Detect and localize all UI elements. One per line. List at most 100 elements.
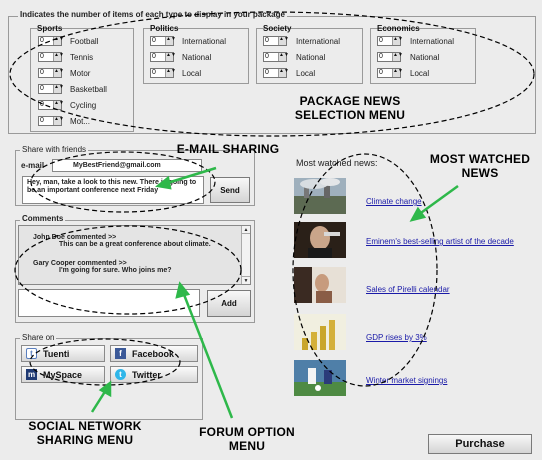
spinner-arrows-icon[interactable]: ▲▼	[278, 69, 289, 77]
new-comment-field[interactable]	[18, 289, 200, 317]
item-label: Football	[70, 37, 99, 46]
count-spinner[interactable]: 0 ▲▼	[38, 36, 64, 46]
comments-list: John Doe commented >> This can be a grea…	[18, 225, 251, 285]
news-annotation-line-2: NEWS	[461, 166, 499, 180]
facebook-icon: f	[115, 348, 126, 359]
news-annotation-line-1: MOST WATCHED	[429, 152, 531, 166]
spinner-value: 0	[40, 117, 44, 124]
social-annotation: SOCIAL NETWORK SHARING MENU	[10, 419, 160, 447]
myspace-button[interactable]: m MySpace	[21, 366, 105, 383]
count-spinner[interactable]: 0 ▲▼	[38, 116, 64, 126]
message-field[interactable]: Hey, man, take a look to this new. There…	[22, 176, 204, 204]
count-spinner[interactable]: 0 ▲▼	[263, 68, 289, 78]
item-label: Mot...	[70, 117, 91, 126]
myspace-label: MySpace	[43, 369, 83, 380]
forum-annotation-line-2: MENU	[228, 439, 266, 453]
scroll-up-icon[interactable]: ▲	[242, 226, 250, 234]
spinner-value: 0	[379, 53, 383, 60]
gdp-chart-photo[interactable]	[294, 314, 346, 350]
purchase-button[interactable]: Purchase	[428, 434, 532, 454]
count-spinner[interactable]: 0 ▲▼	[38, 84, 64, 94]
tuenti-label: Tuenti	[43, 348, 70, 359]
football-photo[interactable]	[294, 360, 346, 396]
most-watched-heading: Most watched news:	[296, 158, 378, 168]
count-spinner[interactable]: 0 ▲▼	[150, 52, 176, 62]
send-button[interactable]: Send	[210, 177, 250, 203]
spinner-value: 0	[40, 85, 44, 92]
spinner-arrows-icon[interactable]: ▲▼	[53, 117, 64, 125]
spinner-arrows-icon[interactable]: ▲▼	[53, 37, 64, 45]
count-spinner[interactable]: 0 ▲▼	[150, 68, 176, 78]
spinner-arrows-icon[interactable]: ▲▼	[53, 101, 64, 109]
count-spinner[interactable]: 0 ▲▼	[150, 36, 176, 46]
spinner-arrows-icon[interactable]: ▲▼	[165, 69, 176, 77]
comment-2-head: Gary Cooper commented >>	[33, 260, 127, 267]
facebook-button[interactable]: f Facebook	[110, 345, 198, 362]
calendar-photo[interactable]	[294, 267, 346, 303]
spinner-arrows-icon[interactable]: ▲▼	[278, 37, 289, 45]
package-annotation-line-1: PACKAGE NEWS	[299, 94, 401, 108]
spinner-value: 0	[265, 53, 269, 60]
spinner-arrows-icon[interactable]: ▲▼	[165, 53, 176, 61]
twitter-icon: t	[115, 369, 126, 380]
tuenti-icon: t	[26, 348, 37, 359]
count-spinner[interactable]: 0 ▲▼	[377, 68, 403, 78]
politics-title: Politics	[150, 24, 179, 33]
spinner-arrows-icon[interactable]: ▲▼	[53, 85, 64, 93]
spinner-arrows-icon[interactable]: ▲▼	[53, 69, 64, 77]
economics-title: Economics	[377, 24, 420, 33]
item-label: National	[296, 53, 326, 62]
spinner-arrows-icon[interactable]: ▲▼	[165, 37, 176, 45]
count-spinner[interactable]: 0 ▲▼	[38, 52, 64, 62]
email-field[interactable]: MyBestFriend@gmail.com	[52, 159, 202, 172]
count-spinner[interactable]: 0 ▲▼	[263, 36, 289, 46]
spinner-value: 0	[152, 53, 156, 60]
social-annotation-line-2: SHARING MENU	[36, 433, 134, 447]
add-comment-button[interactable]: Add	[207, 290, 251, 317]
spinner-arrows-icon[interactable]: ▲▼	[392, 53, 403, 61]
spinner-value: 0	[265, 37, 269, 44]
item-label: Local	[182, 69, 202, 78]
news-link-3[interactable]: Sales of Pirelli calendar	[366, 285, 450, 294]
climate-photo[interactable]	[294, 178, 346, 214]
comments-scrollbar[interactable]: ▲ ▼	[241, 226, 250, 284]
item-label: International	[182, 37, 227, 46]
spinner-arrows-icon[interactable]: ▲▼	[53, 53, 64, 61]
news-link-1[interactable]: Climate change	[366, 197, 422, 206]
society-title: Society	[263, 24, 292, 33]
email-annotation: E-MAIL SHARING	[176, 142, 280, 156]
item-label: National	[182, 53, 212, 62]
news-link-5[interactable]: Winter market signings	[366, 376, 447, 385]
count-spinner[interactable]: 0 ▲▼	[38, 100, 64, 110]
spinner-value: 0	[152, 69, 156, 76]
news-link-4[interactable]: GDP rises by 3%	[366, 333, 427, 342]
tuenti-button[interactable]: t Tuenti	[21, 345, 105, 362]
count-spinner[interactable]: 0 ▲▼	[377, 52, 403, 62]
forum-annotation: FORUM OPTION MENU	[182, 425, 312, 453]
count-spinner[interactable]: 0 ▲▼	[263, 52, 289, 62]
spinner-value: 0	[265, 69, 269, 76]
spinner-value: 0	[40, 69, 44, 76]
count-spinner[interactable]: 0 ▲▼	[377, 36, 403, 46]
sports-title: Sports	[37, 24, 63, 33]
spinner-arrows-icon[interactable]: ▲▼	[392, 37, 403, 45]
spinner-arrows-icon[interactable]: ▲▼	[392, 69, 403, 77]
email-label: e-mail	[21, 161, 45, 170]
item-label: Local	[296, 69, 316, 78]
item-label: National	[410, 53, 440, 62]
spinner-arrows-icon[interactable]: ▲▼	[278, 53, 289, 61]
item-label: International	[410, 37, 455, 46]
item-label: Cycling	[70, 101, 97, 110]
package-annotation-line-2: SELECTION MENU	[294, 108, 406, 122]
spinner-value: 0	[40, 37, 44, 44]
news-link-2[interactable]: Eminem's best-selling artist of the deca…	[366, 237, 514, 246]
comment-2-body: I'm going for sure. Who joins me?	[59, 267, 172, 274]
scroll-down-icon[interactable]: ▼	[242, 276, 250, 284]
twitter-button[interactable]: t Twitter	[110, 366, 198, 383]
count-spinner[interactable]: 0 ▲▼	[38, 68, 64, 78]
eminem-photo[interactable]	[294, 222, 346, 258]
comment-1-body: This can be a great conference about cli…	[59, 241, 211, 248]
facebook-label: Facebook	[132, 348, 175, 359]
social-legend: Share on	[20, 333, 57, 342]
item-label: International	[296, 37, 341, 46]
